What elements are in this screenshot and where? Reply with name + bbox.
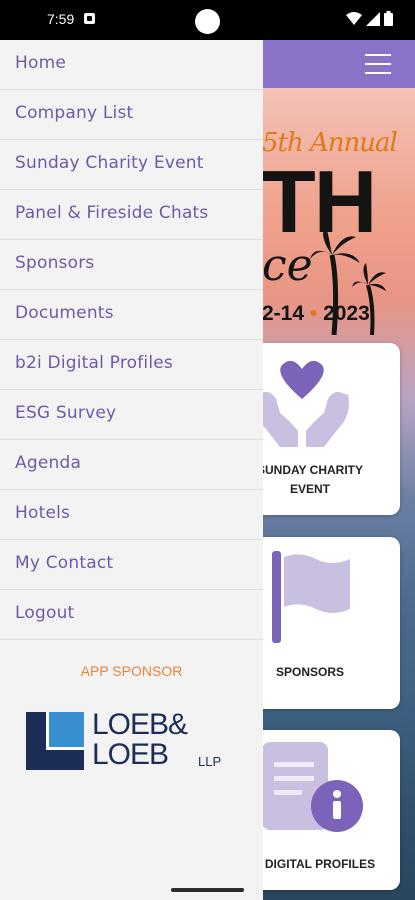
banner-script: ce — [262, 240, 313, 291]
wifi-icon — [346, 11, 362, 25]
notification-icon — [84, 13, 95, 24]
document-info-icon — [262, 742, 363, 832]
loeb-logo-mark — [26, 712, 84, 770]
status-icons — [346, 11, 393, 26]
menu-item-label: Documents — [15, 303, 114, 323]
status-bar: 7:59 — [0, 0, 415, 40]
hamburger-menu-icon[interactable] — [365, 54, 391, 74]
menu-item-b2i-digital-profiles[interactable]: b2i Digital Profiles — [0, 340, 263, 390]
menu-item-label: Sponsors — [15, 253, 95, 273]
banner-year: 2023 — [323, 302, 370, 325]
card-label: DIGITAL PROFILES — [264, 857, 376, 871]
gesture-navigation-bar[interactable] — [171, 888, 244, 892]
menu-item-esg-survey[interactable]: ESG Survey — [0, 390, 263, 440]
card-sunday-charity[interactable]: SUNDAY CHARITY EVENT — [240, 343, 400, 515]
menu-item-label: My Contact — [15, 553, 114, 573]
logo-line-2: LOEB — [92, 738, 169, 771]
menu-item-hotels[interactable]: Hotels — [0, 490, 263, 540]
menu-item-label: Hotels — [15, 503, 71, 523]
menu-item-home[interactable]: Home — [0, 40, 263, 90]
app-sponsor-label: APP SPONSOR — [80, 663, 183, 679]
navigation-drawer: Home Company List Sunday Charity Event P… — [0, 40, 263, 900]
status-time: 7:59 — [47, 11, 75, 27]
menu-item-label: Home — [15, 53, 67, 73]
sponsor-logo[interactable]: LOEB& LOEB LLP — [26, 710, 241, 774]
menu-item-label: ESG Survey — [15, 403, 117, 423]
battery-icon — [384, 11, 393, 26]
menu-item-label: Logout — [15, 603, 75, 623]
menu-item-sponsors[interactable]: Sponsors — [0, 240, 263, 290]
menu-item-label: Sunday Charity Event — [15, 153, 204, 173]
menu-item-company-list[interactable]: Company List — [0, 90, 263, 140]
menu-item-agenda[interactable]: Agenda — [0, 440, 263, 490]
menu-item-my-contact[interactable]: My Contact — [0, 540, 263, 590]
menu-item-logout[interactable]: Logout — [0, 590, 263, 640]
menu-item-label: Panel & Fireside Chats — [15, 203, 209, 223]
menu-item-documents[interactable]: Documents — [0, 290, 263, 340]
menu-item-sunday-charity-event[interactable]: Sunday Charity Event — [0, 140, 263, 190]
menu-item-label: Company List — [15, 103, 134, 123]
logo-suffix: LLP — [198, 754, 222, 769]
card-digital-profiles[interactable]: DIGITAL PROFILES — [240, 730, 400, 890]
banner-dates-range: 2-14 — [262, 302, 305, 325]
camera-cutout — [195, 9, 220, 34]
card-sponsors[interactable]: SPONSORS — [240, 537, 400, 709]
menu-item-panel-fireside-chats[interactable]: Panel & Fireside Chats — [0, 190, 263, 240]
logo-line-1: LOEB& — [92, 708, 188, 741]
menu-item-label: Agenda — [15, 453, 82, 473]
heart-hands-icon — [255, 360, 349, 447]
signal-icon — [366, 11, 380, 26]
flag-icon — [272, 551, 350, 643]
menu-item-label: b2i Digital Profiles — [15, 353, 173, 373]
banner-dates: 2-14 • 2023 — [262, 302, 370, 325]
